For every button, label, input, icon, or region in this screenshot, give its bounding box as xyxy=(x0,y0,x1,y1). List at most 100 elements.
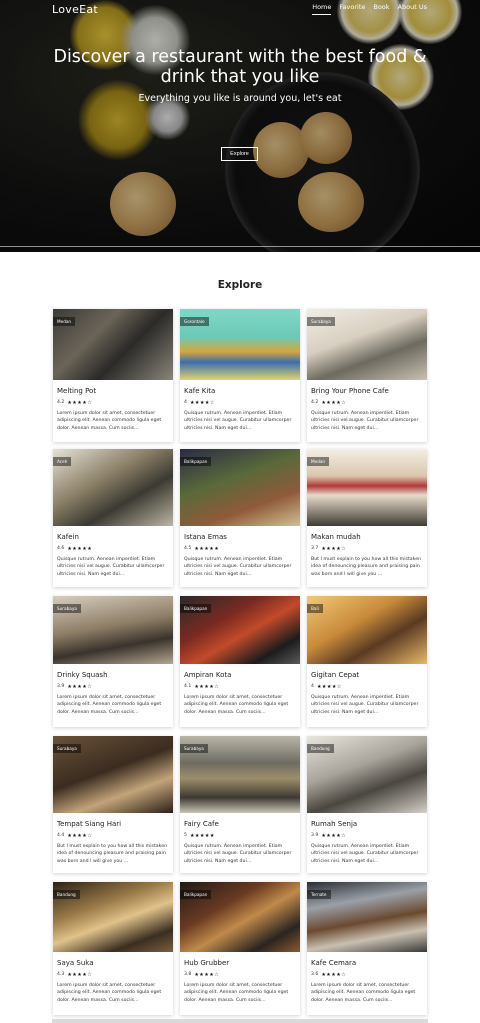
restaurant-rating: 3.6 ★★★★☆ xyxy=(311,971,427,978)
restaurant-rating: 4 ★★★★☆ xyxy=(311,683,427,690)
rating-value: 3.6 xyxy=(311,972,319,977)
restaurant-rating: 5 ★★★★★ xyxy=(184,832,300,839)
rating-value: 4.2 xyxy=(57,400,65,405)
restaurant-rating: 4.6 ★★★★★ xyxy=(57,545,173,552)
restaurant-name[interactable]: Kafein xyxy=(57,533,173,542)
restaurant-image[interactable]: Surabaya xyxy=(307,309,427,380)
explore-button[interactable]: Explore xyxy=(221,147,258,161)
star-icon: ★★★★★ xyxy=(67,545,93,552)
restaurant-name[interactable]: Kafe Kita xyxy=(184,387,300,396)
restaurant-card[interactable]: Medan Makan mudah 3.7 ★★★★☆ But I must expla… xyxy=(307,449,427,587)
hero-overlay xyxy=(0,0,480,252)
city-tag: Surabaya xyxy=(53,744,81,753)
restaurant-card[interactable]: Gorontalo Kafe Kita 4 ★★★★☆ Quisque rutrum. … xyxy=(180,309,300,442)
restaurant-name[interactable]: Bring Your Phone Cafe xyxy=(311,387,427,396)
star-icon: ★★★★☆ xyxy=(67,399,93,406)
star-icon: ★★★★☆ xyxy=(321,971,347,978)
rating-value: 4 xyxy=(311,684,314,689)
restaurant-name[interactable]: Kafe Cemara xyxy=(311,959,427,968)
restaurant-name[interactable]: Istana Emas xyxy=(184,533,300,542)
nav-home[interactable]: Home xyxy=(312,3,332,15)
restaurant-card[interactable]: Ternate Kafe Cemara 3.6 ★★★★☆ Lorem ipsum do… xyxy=(307,882,427,1015)
restaurant-image[interactable]: Balikpapan xyxy=(180,882,300,952)
restaurant-image[interactable]: Medan xyxy=(53,309,173,380)
nav-book[interactable]: Book xyxy=(373,3,389,15)
city-tag: Surabaya xyxy=(180,744,208,753)
city-tag: Balikpapan xyxy=(180,604,212,613)
hero-subtitle: Everything you like is around you, let's… xyxy=(138,93,342,104)
restaurant-image[interactable]: Aceh xyxy=(53,449,173,526)
restaurant-image[interactable]: Surabaya xyxy=(180,736,300,813)
rating-value: 3.7 xyxy=(311,546,319,551)
restaurant-rating: 4.2 ★★★★☆ xyxy=(57,399,173,406)
restaurant-description: But I must explain to you how all this m… xyxy=(57,844,168,864)
star-icon: ★★★★☆ xyxy=(194,971,220,978)
restaurant-name[interactable]: Drinky Squash xyxy=(57,671,173,680)
city-tag: Balikpapan xyxy=(180,457,212,466)
restaurant-card[interactable]: Bali Gigitan Cepat 4 ★★★★☆ Quisque rutrum. A… xyxy=(307,596,427,727)
restaurant-description: Quisque rutrum. Aenean imperdiet. Etiam … xyxy=(184,411,292,431)
restaurant-image[interactable]: Surabaya xyxy=(53,736,173,813)
restaurant-image[interactable]: Bali xyxy=(307,596,427,664)
restaurant-name[interactable]: Melting Pot xyxy=(57,387,173,396)
restaurant-rating: 4.5 ★★★★★ xyxy=(184,545,300,552)
restaurant-name[interactable]: Ampiran Kota xyxy=(184,671,300,680)
star-icon: ★★★★★ xyxy=(194,545,220,552)
rating-value: 3.8 xyxy=(184,972,192,977)
restaurant-description: Lorem ipsum dolor sit amet, consectetuer… xyxy=(57,695,162,715)
restaurant-card[interactable]: Medan Melting Pot 4.2 ★★★★☆ Lorem ipsum dolo… xyxy=(53,309,173,442)
star-icon: ★★★★☆ xyxy=(321,399,347,406)
rating-value: 4.3 xyxy=(57,972,65,977)
city-tag: Bandung xyxy=(307,744,334,753)
restaurant-card[interactable]: Aceh Kafein 4.6 ★★★★★ Quisque rutrum. Aenean… xyxy=(53,449,173,587)
restaurant-description: Quisque rutrum. Aenean imperdiet. Etiam … xyxy=(184,557,292,577)
star-icon: ★★★★☆ xyxy=(189,399,215,406)
restaurant-image[interactable]: Surabaya xyxy=(53,596,173,664)
restaurant-name[interactable]: Hub Grubber xyxy=(184,959,300,968)
rating-value: 3.9 xyxy=(57,684,65,689)
restaurant-description: Lorem ipsum dolor sit amet, consectetuer… xyxy=(184,695,289,715)
restaurant-image[interactable]: Bandung xyxy=(53,882,173,952)
restaurant-image[interactable]: Bandung xyxy=(307,736,427,813)
star-icon: ★★★★☆ xyxy=(321,832,347,839)
restaurant-name[interactable]: Tempat Siang Hari xyxy=(57,820,173,829)
restaurant-rating: 3.9 ★★★★☆ xyxy=(57,683,173,690)
restaurant-card[interactable]: Bandung Saya Suka 4.3 ★★★★☆ Lorem ipsum dolo… xyxy=(53,882,173,1015)
restaurant-image[interactable]: Balikpapan xyxy=(180,596,300,664)
city-tag: Surabaya xyxy=(53,604,81,613)
restaurant-image[interactable]: Balikpapan xyxy=(180,449,300,526)
rating-value: 4.4 xyxy=(57,833,65,838)
next-row-edge xyxy=(52,1019,428,1023)
restaurant-card[interactable]: Balikpapan Ampiran Kota 4.1 ★★★★☆ Lorem ipsu… xyxy=(180,596,300,727)
restaurant-card[interactable]: Bandung Rumah Senja 3.9 ★★★★☆ Quisque rutrum… xyxy=(307,736,427,873)
nav-favorite[interactable]: Favorite xyxy=(339,3,365,15)
hero-section: LoveEat Home Favorite Book About Us Disc… xyxy=(0,0,480,252)
restaurant-image[interactable]: Ternate xyxy=(307,882,427,952)
rating-value: 3.9 xyxy=(311,833,319,838)
restaurant-card[interactable]: Surabaya Bring Your Phone Cafe 4.2 ★★★★☆ Qui… xyxy=(307,309,427,442)
restaurant-name[interactable]: Gigitan Cepat xyxy=(311,671,427,680)
restaurant-card[interactable]: Balikpapan Hub Grubber 3.8 ★★★★☆ Lorem ipsum… xyxy=(180,882,300,1015)
rating-value: 4 xyxy=(184,400,187,405)
restaurant-rating: 3.7 ★★★★☆ xyxy=(311,545,427,552)
restaurant-name[interactable]: Makan mudah xyxy=(311,533,427,542)
restaurant-name[interactable]: Saya Suka xyxy=(57,959,173,968)
restaurant-card[interactable]: Balikpapan Istana Emas 4.5 ★★★★★ Quisque rut… xyxy=(180,449,300,587)
restaurant-name[interactable]: Fairy Cafe xyxy=(184,820,300,829)
restaurant-rating: 4.3 ★★★★☆ xyxy=(57,971,173,978)
restaurant-image[interactable]: Medan xyxy=(307,449,427,526)
restaurant-photo xyxy=(307,596,427,664)
restaurant-card[interactable]: Surabaya Tempat Siang Hari 4.4 ★★★★☆ But I m… xyxy=(53,736,173,873)
restaurant-description: Quisque rutrum. Aenean imperdiet. Etiam … xyxy=(311,844,419,864)
brand-logo[interactable]: LoveEat xyxy=(52,3,98,16)
restaurant-card[interactable]: Surabaya Drinky Squash 3.9 ★★★★☆ Lorem ipsum… xyxy=(53,596,173,727)
restaurant-description: Quisque rutrum. Aenean imperdiet. Etiam … xyxy=(311,411,419,431)
restaurant-card[interactable]: Surabaya Fairy Cafe 5 ★★★★★ Quisque rutrum. … xyxy=(180,736,300,873)
restaurant-image[interactable]: Gorontalo xyxy=(180,309,300,380)
nav-about-us[interactable]: About Us xyxy=(398,3,427,15)
restaurant-rating: 4 ★★★★☆ xyxy=(184,399,300,406)
restaurant-name[interactable]: Rumah Senja xyxy=(311,820,427,829)
rating-value: 4.2 xyxy=(311,400,319,405)
star-icon: ★★★★☆ xyxy=(194,683,220,690)
city-tag: Ternate xyxy=(307,890,331,899)
